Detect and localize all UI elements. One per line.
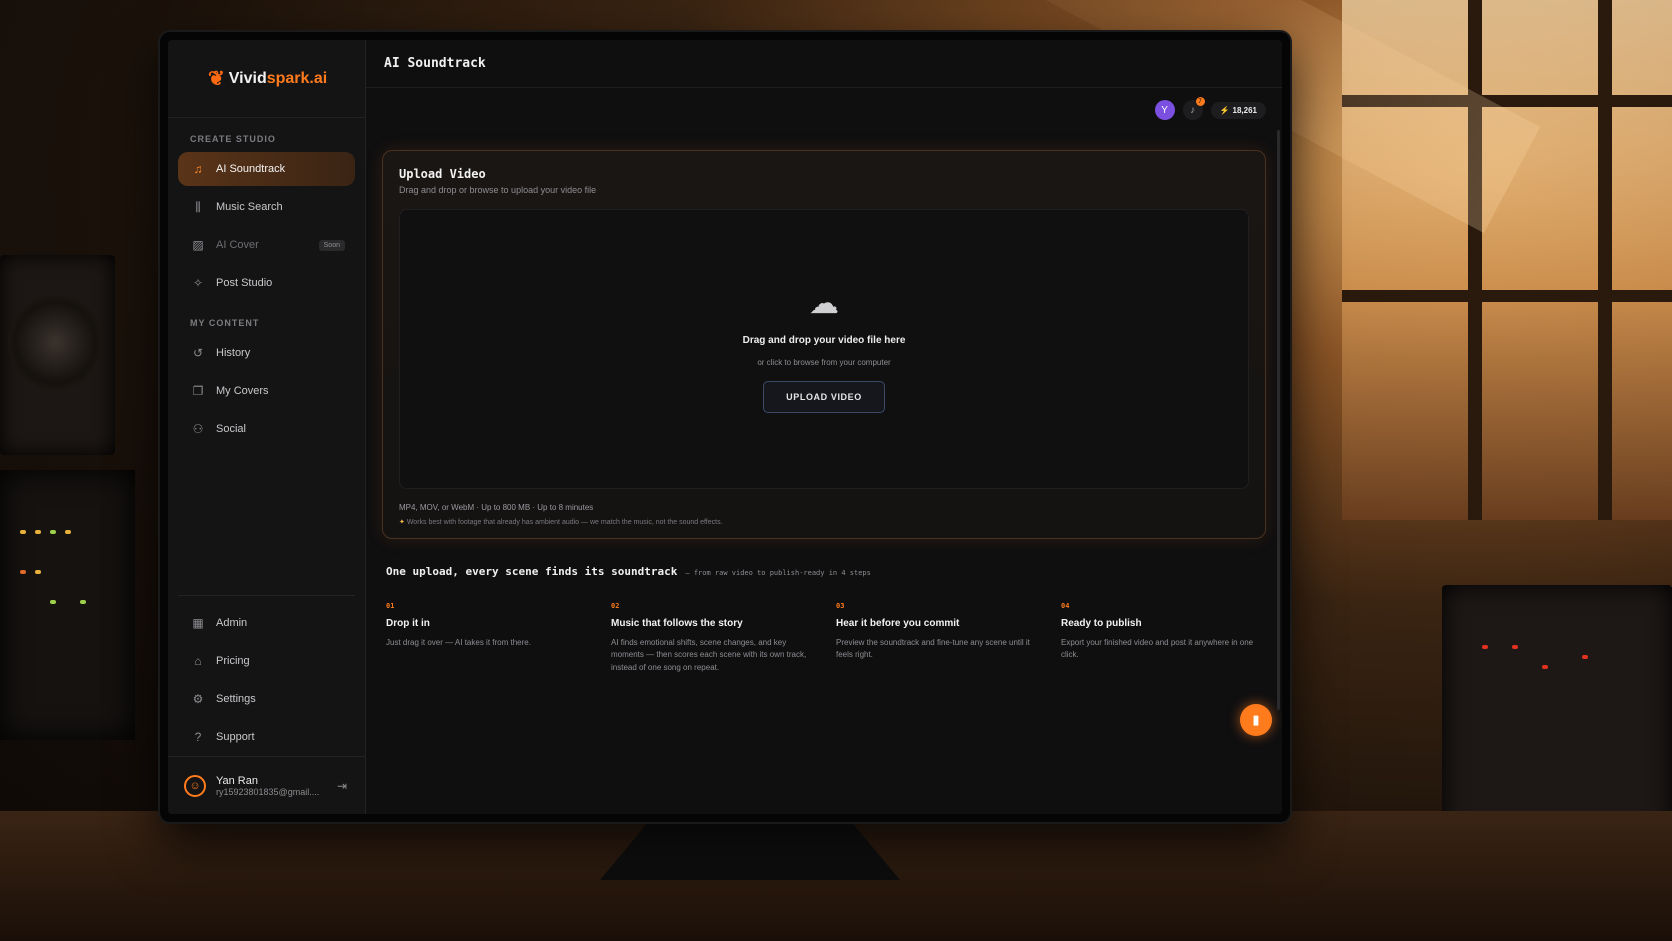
- sparkle-icon: ✧: [192, 276, 204, 290]
- library-icon: ⫼: [195, 199, 201, 214]
- video-dropzone[interactable]: ☁ Drag and drop your video file here or …: [399, 209, 1249, 489]
- step-description: Just drag it over — AI takes it from the…: [386, 638, 531, 647]
- sidebar-item-social[interactable]: ⚇ Social: [178, 412, 355, 446]
- credits-balance[interactable]: ⚡ 18,261: [1210, 101, 1266, 119]
- main-content: AI Soundtrack Y ♪ 7 ⚡ 18,261 Upload Video…: [366, 40, 1282, 814]
- notifications-button[interactable]: ♪ 7: [1182, 97, 1205, 120]
- top-actions: Y ♪ 7 ⚡ 18,261: [1154, 97, 1266, 120]
- sidebar-item-settings[interactable]: ⚙ Settings: [178, 682, 355, 716]
- gear-icon: ⚙: [192, 692, 204, 706]
- grid-icon: ▦: [192, 616, 204, 630]
- user-avatar-icon: ☺: [184, 774, 206, 797]
- section-label-content: MY CONTENT: [190, 318, 260, 328]
- step-item: 02 Music that follows the story AI finds…: [611, 602, 812, 674]
- steps-list: 01 Drop it in Just drag it over — AI tak…: [386, 602, 1262, 674]
- cloud-upload-icon: ☁: [809, 286, 839, 320]
- sidebar-item-ai-cover[interactable]: ▨ AI Cover Soon: [178, 228, 355, 262]
- monitor: ❦ Vivid spark.ai CREATE STUDIO ♫ AI Sound…: [160, 32, 1290, 822]
- brand-logo[interactable]: ❦ Vivid spark.ai: [168, 40, 365, 118]
- steps-subtitle: — from raw video to publish-ready in 4 s…: [685, 569, 871, 577]
- music-note-icon: ♫: [193, 162, 203, 176]
- section-label-create: CREATE STUDIO: [190, 134, 276, 144]
- sidebar: ❦ Vivid spark.ai CREATE STUDIO ♫ AI Sound…: [168, 40, 366, 814]
- step-number: 03: [836, 602, 845, 610]
- supported-formats: MP4, MOV, or WebM · Up to 800 MB · Up to…: [399, 503, 594, 512]
- sidebar-item-my-covers[interactable]: ❐ My Covers: [178, 374, 355, 408]
- lightbulb-icon: ✦: [399, 519, 405, 526]
- sidebar-item-history[interactable]: ↺ History: [178, 336, 355, 370]
- step-item: 04 Ready to publish Export your finished…: [1061, 602, 1262, 674]
- topbar: AI Soundtrack: [366, 40, 1282, 88]
- sidebar-item-music-search[interactable]: ⫼ Music Search: [178, 190, 355, 224]
- logo-icon: ❦: [208, 68, 225, 90]
- app-window: ❦ Vivid spark.ai CREATE STUDIO ♫ AI Sound…: [168, 40, 1282, 814]
- window-frame: [1468, 0, 1482, 520]
- bell-icon: ♪: [1190, 104, 1196, 116]
- history-icon: ↺: [192, 346, 204, 360]
- window-frame: [1342, 290, 1672, 302]
- sidebar-item-admin[interactable]: ▦ Admin: [178, 606, 355, 640]
- sidebar-item-pricing[interactable]: ⌂ Pricing: [178, 644, 355, 678]
- step-item: 01 Drop it in Just drag it over — AI tak…: [386, 602, 587, 674]
- account-avatar[interactable]: Y: [1154, 100, 1175, 120]
- sidebar-item-support[interactable]: ? Support: [178, 720, 355, 754]
- sidebar-item-ai-soundtrack[interactable]: ♫ AI Soundtrack: [178, 152, 355, 186]
- covers-icon: ❐: [192, 384, 204, 398]
- step-description: Preview the soundtrack and fine-tune any…: [836, 638, 1030, 660]
- step-description: AI finds emotional shifts, scene changes…: [611, 638, 807, 672]
- upload-tip: ✦ Works best with footage that already h…: [399, 519, 723, 526]
- sidebar-divider: [178, 595, 355, 596]
- sidebar-item-post-studio[interactable]: ✧ Post Studio: [178, 266, 355, 300]
- user-email: ry15923801835@gmail....: [216, 786, 320, 797]
- dropzone-subtitle: or click to browse from your computer: [757, 357, 891, 367]
- steps-header: One upload, every scene finds its soundt…: [386, 565, 1282, 578]
- chat-bubble-icon: ▮: [1252, 712, 1260, 727]
- step-number: 01: [386, 602, 395, 610]
- studio-speaker: [0, 255, 115, 455]
- step-title: Drop it in: [386, 618, 430, 629]
- upload-title: Upload Video: [399, 167, 486, 181]
- step-description: Export your finished video and post it a…: [1061, 638, 1254, 660]
- user-name: Yan Ran: [216, 774, 258, 787]
- chat-button[interactable]: ▮: [1240, 704, 1272, 736]
- help-icon: ?: [194, 730, 202, 744]
- page-title: AI Soundtrack: [384, 56, 486, 71]
- step-number: 02: [611, 602, 620, 610]
- logout-icon[interactable]: ⇥: [337, 779, 347, 793]
- step-title: Music that follows the story: [611, 618, 743, 629]
- tag-icon: ⌂: [194, 654, 202, 668]
- steps-title: One upload, every scene finds its soundt…: [386, 565, 678, 578]
- window-frame: [1598, 0, 1612, 520]
- equipment-rack: [0, 470, 135, 740]
- step-title: Ready to publish: [1061, 618, 1142, 629]
- soon-badge: Soon: [318, 239, 345, 251]
- user-profile[interactable]: ☺ Yan Ran ry15923801835@gmail.... ⇥: [168, 756, 365, 814]
- upload-video-button[interactable]: UPLOAD VIDEO: [763, 380, 885, 413]
- image-icon: ▨: [192, 238, 204, 252]
- notification-badge: 7: [1195, 97, 1205, 106]
- users-icon: ⚇: [192, 422, 204, 436]
- step-item: 03 Hear it before you commit Preview the…: [836, 602, 1037, 674]
- step-number: 04: [1061, 602, 1070, 610]
- dropzone-title: Drag and drop your video file here: [742, 334, 906, 346]
- lightning-icon: ⚡: [1219, 105, 1230, 115]
- step-title: Hear it before you commit: [836, 618, 960, 629]
- upload-card: Upload Video Drag and drop or browse to …: [382, 150, 1266, 539]
- upload-subtitle: Drag and drop or browse to upload your v…: [399, 185, 597, 195]
- scrollbar[interactable]: [1277, 130, 1280, 710]
